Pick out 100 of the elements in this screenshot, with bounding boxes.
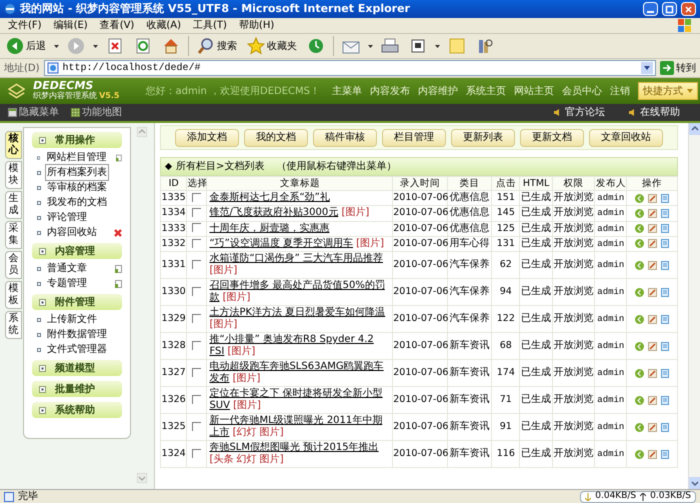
nav-link[interactable]: 系统主页 — [466, 84, 506, 98]
sidebar-link[interactable]: 我发布的文档 — [45, 194, 109, 211]
preview-icon[interactable] — [635, 239, 644, 248]
preview-icon[interactable] — [635, 260, 644, 270]
preview-icon[interactable] — [635, 194, 644, 203]
printer-icon[interactable] — [381, 37, 399, 55]
preview-icon[interactable] — [635, 368, 644, 378]
menu-item[interactable]: 编辑(E) — [54, 18, 88, 33]
edit-icon[interactable] — [648, 368, 658, 378]
menu-item[interactable]: 帮助(H) — [238, 18, 274, 33]
sidebar-link[interactable]: 等审核的档案 — [45, 179, 109, 196]
edit-icon[interactable] — [648, 224, 658, 234]
toolbar-button[interactable]: 后退 — [4, 35, 48, 57]
refresh-icon[interactable] — [134, 37, 152, 55]
section-header[interactable]: 频道模型 — [32, 360, 122, 376]
edit-icon[interactable] — [648, 239, 658, 248]
home-icon[interactable] — [162, 37, 180, 55]
close-button[interactable] — [681, 2, 696, 16]
menu-item[interactable]: 收藏(A) — [146, 18, 181, 33]
sidebar-link[interactable]: 内容回收站 — [45, 224, 99, 241]
nav-link[interactable]: 网站主页 — [514, 84, 554, 98]
history-icon[interactable] — [307, 37, 325, 55]
side-tab[interactable]: 采集 — [5, 221, 22, 249]
menu-item[interactable]: 查看(V) — [100, 18, 134, 33]
scroll-up-icon[interactable] — [137, 127, 147, 137]
edit-icon[interactable] — [648, 342, 658, 350]
edit-icon[interactable] — [648, 288, 658, 296]
minimize-button[interactable] — [643, 2, 658, 16]
edit-icon[interactable] — [648, 260, 658, 270]
preview-icon[interactable] — [635, 422, 644, 432]
preview-icon[interactable] — [635, 450, 644, 458]
sidebar-link[interactable]: 所有档案列表 — [45, 164, 109, 181]
side-tab[interactable]: 核心 — [5, 131, 22, 159]
scroll-down-icon[interactable] — [689, 477, 700, 489]
action-button[interactable]: 文章回收站 — [589, 128, 663, 146]
side-tab[interactable]: 会员 — [5, 251, 22, 279]
action-button[interactable]: 我的文档 — [244, 128, 308, 146]
action-button[interactable]: 添加文档 — [175, 128, 239, 146]
toolbar-button[interactable]: 收藏夹 — [245, 35, 299, 57]
edit-icon[interactable] — [648, 314, 658, 324]
section-header[interactable]: 批量维护 — [32, 381, 122, 397]
edit-icon[interactable] — [648, 396, 658, 404]
preview-icon[interactable] — [635, 342, 644, 350]
side-tab[interactable]: 模块 — [5, 161, 22, 189]
go-button[interactable]: 转到 — [660, 60, 696, 76]
section-header[interactable]: 附件管理 — [32, 294, 122, 310]
scroll-down-icon[interactable] — [137, 473, 147, 483]
sidebar-link[interactable]: 附件数据管理 — [45, 326, 109, 343]
side-tab[interactable]: 生成 — [5, 191, 22, 219]
nav-link[interactable]: 内容维护 — [418, 84, 458, 98]
sidebar-link[interactable]: 普通文章 — [45, 260, 89, 277]
preview-icon[interactable] — [635, 396, 644, 404]
dropdown-arrow-icon[interactable] — [93, 44, 98, 48]
nav-link[interactable]: 主菜单 — [332, 84, 362, 98]
toolbar-link[interactable]: 隐藏菜单 — [8, 105, 59, 120]
sidebar-link[interactable]: 上传新文件 — [45, 311, 99, 328]
preview-icon[interactable] — [635, 288, 644, 296]
dropdown-arrow-icon[interactable] — [54, 44, 59, 48]
action-button[interactable]: 更新列表 — [451, 128, 515, 146]
sidebar-link[interactable]: 文件式管理器 — [45, 341, 109, 358]
toolbar-link[interactable]: 在线帮助 — [629, 105, 680, 120]
menu-item[interactable]: 工具(T) — [193, 18, 227, 33]
side-tab[interactable]: 模板 — [5, 281, 22, 309]
toolbar-link[interactable]: 官方论坛 — [554, 105, 605, 120]
add-document-icon[interactable] — [116, 154, 122, 162]
stop-icon[interactable] — [106, 37, 124, 55]
section-header[interactable]: 系统帮助 — [32, 402, 122, 418]
action-button[interactable]: 更新文档 — [520, 128, 584, 146]
side-tab[interactable]: 系统 — [5, 311, 22, 339]
nav-link[interactable]: 会员中心 — [562, 84, 602, 98]
preview-icon[interactable] — [635, 224, 644, 234]
preview-icon[interactable] — [635, 314, 644, 324]
edit-icon[interactable] — [648, 194, 658, 203]
row-checkbox[interactable] — [192, 192, 202, 202]
edit-icon[interactable] — [648, 422, 658, 432]
sidebar-link[interactable]: 专题管理 — [45, 275, 89, 292]
sidebar-link[interactable]: 网站栏目管理 — [44, 149, 108, 166]
address-field[interactable]: http://localhost/dede/# — [44, 60, 656, 76]
nav-link[interactable]: 注销 — [610, 84, 630, 98]
action-button[interactable]: 栏目管理 — [382, 128, 446, 146]
nav-link[interactable]: 内容发布 — [370, 84, 410, 98]
edit-icon[interactable] — [648, 450, 658, 458]
dropdown-arrow-icon[interactable] — [368, 44, 373, 48]
edit-icon[interactable] — [648, 208, 658, 218]
delete-icon[interactable] — [114, 228, 122, 236]
dropdown-arrow-icon[interactable] — [435, 44, 440, 48]
scroll-up-icon[interactable] — [689, 123, 700, 135]
row-checkbox[interactable] — [192, 238, 202, 248]
add-document-icon[interactable] — [115, 264, 122, 272]
sidebar-link[interactable]: 评论管理 — [45, 209, 89, 226]
add-document-icon[interactable] — [115, 280, 122, 288]
action-button[interactable]: 稿件审核 — [313, 128, 377, 146]
section-header[interactable]: 常用操作 — [32, 132, 122, 148]
toolbar-link[interactable]: 功能地图 — [71, 105, 122, 120]
toolbar-button[interactable]: 搜索 — [195, 35, 239, 57]
menu-item[interactable]: 文件(F) — [8, 18, 42, 33]
quick-menu-button[interactable]: 快捷方式 — [638, 82, 698, 100]
section-header[interactable]: 内容管理 — [32, 243, 122, 259]
maximize-button[interactable] — [662, 2, 677, 16]
preview-icon[interactable] — [635, 208, 644, 218]
